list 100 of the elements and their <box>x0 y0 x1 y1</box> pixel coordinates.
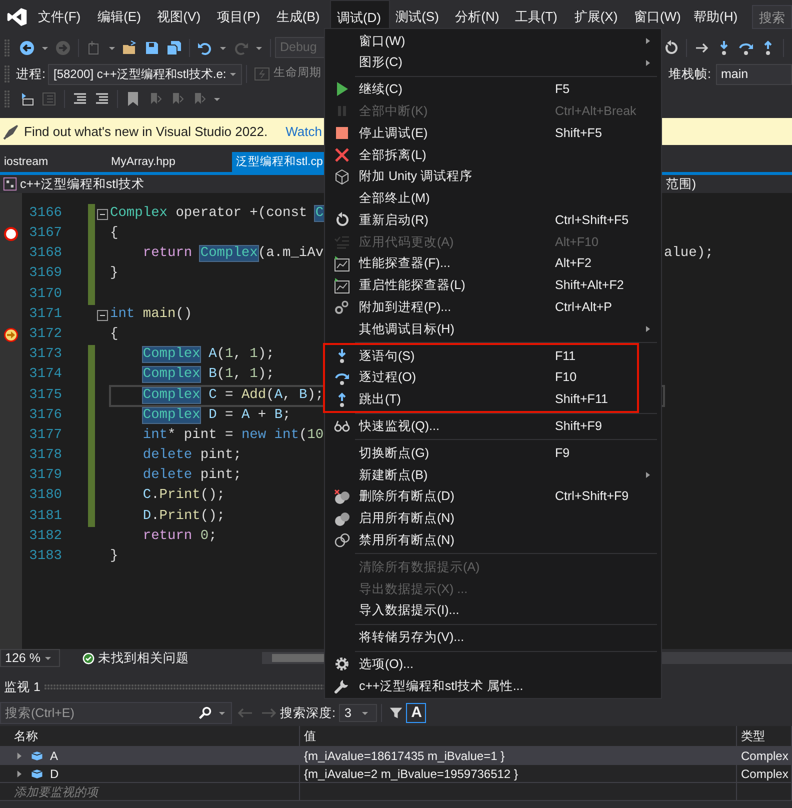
watch-value: {m_iAvalue=2 m_iBvalue=1959736512 } <box>300 765 737 783</box>
menu-item[interactable]: 删除所有断点(D) Ctrl+Shift+F9 <box>325 486 661 508</box>
menu-item[interactable]: 重启性能探查器(L) Shift+Alt+F2 <box>325 274 661 297</box>
menu-item[interactable]: 性能探查器(F)... Alt+F2 <box>325 252 661 275</box>
collapse-toggle[interactable] <box>97 208 108 220</box>
submenu-arrow-icon <box>644 471 652 480</box>
lines-icon[interactable] <box>72 91 88 107</box>
menu-item[interactable]: 停止调试(E) Shift+F5 <box>325 122 661 144</box>
zoom-dropdown[interactable]: 126 % <box>0 649 60 667</box>
menu-item[interactable]: 逐语句(S) F11 <box>325 345 637 367</box>
scope-dropdown[interactable]: 范围) <box>666 174 696 194</box>
folder-icon[interactable] <box>122 40 138 56</box>
watch-name: D <box>50 766 59 782</box>
chart-icon <box>334 278 350 294</box>
menu-item[interactable]: 全部终止(M) <box>325 188 661 210</box>
menu-item[interactable]: 文件(F) <box>32 0 92 33</box>
code-line: { <box>110 225 118 244</box>
process-label: 进程: <box>16 66 46 83</box>
caret-icon <box>44 654 52 662</box>
menu-item[interactable]: 将转储另存为(V)... <box>325 626 661 649</box>
code-line: delete pint; <box>142 447 242 466</box>
line-number: 3172 <box>28 326 63 344</box>
restart-icon[interactable] <box>663 40 679 56</box>
menu-item[interactable]: 生成(B) <box>270 0 330 33</box>
menu-item[interactable]: 帮助(H) <box>688 0 748 33</box>
watch-type: Complex <box>737 747 792 765</box>
line-number: 3182 <box>28 528 63 546</box>
stack-frame-label: 堆栈帧: <box>668 66 711 83</box>
stack-frame-dropdown[interactable]: main <box>716 64 792 84</box>
menu-item[interactable]: 其他调试目标(H) <box>325 318 661 340</box>
menu-item[interactable]: 视图(V) <box>151 0 211 33</box>
caret-icon <box>229 70 238 78</box>
wrench-icon <box>334 678 350 694</box>
line-number: 3177 <box>28 426 63 445</box>
menu-item[interactable]: 禁用所有断点(N) <box>325 530 661 552</box>
line-number: 3169 <box>28 265 63 284</box>
collapse-toggle[interactable] <box>97 310 108 321</box>
process-dropdown[interactable]: [58200] c++泛型编程和stl技术.e: <box>48 64 242 84</box>
code-line: Complex operator +(const C <box>110 204 324 223</box>
project-dropdown[interactable]: c++泛型编程和stl技术 <box>20 174 144 194</box>
close-icon <box>334 146 350 163</box>
settings-icon <box>334 656 350 672</box>
code-line: delete pint; <box>142 467 242 486</box>
menu-item[interactable]: 重新启动(R) Ctrl+Shift+F5 <box>325 209 661 232</box>
menu-item[interactable]: 新建断点(B) <box>325 464 661 486</box>
visual-studio-logo[interactable] <box>6 6 28 28</box>
glasses-icon <box>334 418 350 434</box>
menu-item[interactable]: c++泛型编程和stl技术 属性... <box>325 675 661 698</box>
code-line: D.Print(); <box>142 508 226 526</box>
breakpoint-icon[interactable] <box>3 226 19 242</box>
file-tab[interactable]: iostream <box>0 152 107 172</box>
file-tab[interactable]: MyArray.hpp <box>107 152 232 172</box>
project-icon <box>3 177 17 191</box>
lifecycle-button[interactable]: 生命周期 <box>273 65 322 83</box>
menu-item[interactable]: 编辑(E) <box>92 0 152 33</box>
line-number: 3179 <box>28 467 63 486</box>
watch-value: {m_iAvalue=18617435 m_iBvalue=1 } <box>300 747 737 765</box>
breakpoints-delete-icon <box>334 488 350 505</box>
code-line: Complex B(1, 1); <box>142 366 274 384</box>
menu-item[interactable]: 选项(O)... <box>325 654 661 676</box>
code-line: } <box>110 548 118 566</box>
code-line: Complex D = A + B; <box>142 406 291 425</box>
menu-item[interactable]: 启用所有断点(N) <box>325 508 661 530</box>
gears-icon <box>334 299 350 316</box>
issues-status[interactable]: 未找到相关问题 <box>98 648 189 668</box>
menu-item[interactable]: 项目(P) <box>210 0 270 33</box>
save-icon[interactable] <box>144 40 160 56</box>
search-field[interactable]: 搜索 <box>752 4 792 28</box>
menu-item[interactable]: 快速监视(Q)... Shift+F9 <box>325 416 661 438</box>
bookmark-icon[interactable] <box>125 91 141 107</box>
line-number: 3174 <box>28 366 63 384</box>
apply-changes-icon <box>334 234 350 250</box>
submenu-arrow-icon <box>644 58 652 67</box>
line-number: 3166 <box>28 204 63 223</box>
back-icon[interactable] <box>19 40 35 56</box>
lines-icon[interactable] <box>94 91 110 107</box>
save-all-icon[interactable] <box>166 40 182 56</box>
watch-link[interactable]: Watch <box>286 122 322 142</box>
search-depth-dropdown[interactable]: 3 <box>339 704 378 722</box>
caret-icon <box>361 709 370 717</box>
panel-title: 监视 1 <box>4 678 40 696</box>
add-watch-field[interactable]: 添加要监视的项 <box>0 783 300 801</box>
line-number: 3170 <box>28 286 63 304</box>
line-number: 3167 <box>28 225 63 244</box>
filter-icon[interactable] <box>389 706 404 720</box>
play-icon <box>334 81 350 98</box>
menu-item[interactable]: 跳出(T) Shift+F11 <box>325 388 637 411</box>
menu-item[interactable]: 继续(C) F5 <box>325 78 661 100</box>
match-case-toggle[interactable]: A <box>406 703 426 723</box>
submenu-arrow-icon <box>644 36 652 45</box>
watch-type: Complex <box>737 765 792 783</box>
line-number: 3183 <box>28 548 63 566</box>
menu-item[interactable]: 附加到进程(P)... Ctrl+Alt+P <box>325 296 661 318</box>
restart-icon <box>334 212 350 228</box>
line-number: 3175 <box>28 386 63 405</box>
stop-icon <box>334 125 350 142</box>
menu-item[interactable]: 导入数据提示(I)... <box>325 600 661 622</box>
caret-icon[interactable] <box>213 95 221 103</box>
menu-item[interactable]: 逐过程(O) F10 <box>325 366 637 389</box>
menu-item[interactable]: 切换断点(G) F9 <box>325 442 661 464</box>
